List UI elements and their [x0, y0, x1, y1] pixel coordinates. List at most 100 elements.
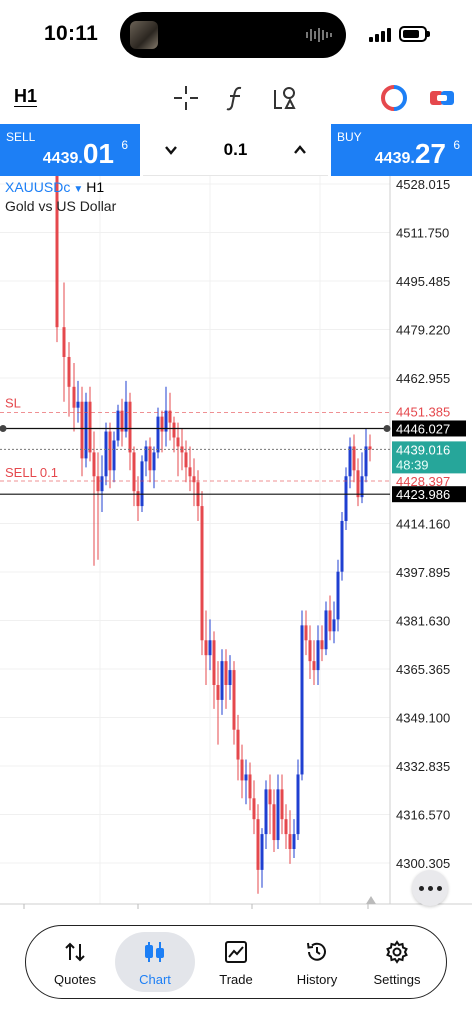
- indicators-icon[interactable]: [222, 84, 250, 112]
- price-axis-label: 4397.895: [396, 565, 450, 580]
- candlestick-chart[interactable]: SL4451.385SELL 0.14428.3974446.0274423.9…: [0, 176, 472, 909]
- volume-increase-chevron-icon[interactable]: [292, 142, 308, 158]
- price-axis-label: 4349.100: [396, 711, 450, 726]
- candle-body: [112, 440, 116, 471]
- buy-price-main: 4439.: [374, 150, 415, 167]
- buy-price-sup: 6: [453, 138, 460, 152]
- candle-body: [92, 452, 96, 477]
- more-dot-icon: [418, 885, 424, 891]
- candle-body: [300, 625, 304, 775]
- candle-body: [304, 625, 308, 641]
- candle-body: [356, 470, 360, 498]
- crosshair-icon[interactable]: [172, 84, 200, 112]
- candle-body: [252, 798, 256, 820]
- candle-body: [144, 446, 148, 462]
- nav-settings[interactable]: Settings: [357, 932, 437, 992]
- sell-price: 4439.01 6: [43, 138, 128, 170]
- time-axis-label: 28 Aug 05:00: [30, 908, 107, 909]
- price-axis-label: 4381.630: [396, 614, 450, 629]
- price-axis-label: 4511.750: [396, 226, 449, 241]
- candle-body: [62, 327, 66, 357]
- chart-timeframe: H1: [86, 179, 105, 195]
- volume-control: 0.1: [143, 124, 328, 176]
- status-time: 10:11: [44, 22, 99, 45]
- bottom-navigation: Quotes Chart Trade History Settings: [25, 925, 447, 999]
- sell-price-big: 01: [82, 138, 114, 169]
- upper-level-handle: [383, 424, 391, 432]
- trade-toggle-icon[interactable]: [428, 84, 456, 112]
- candle-body: [220, 661, 224, 700]
- symbol-header[interactable]: XAUUSDc ▼ H1: [5, 179, 104, 195]
- candle-body: [320, 640, 324, 650]
- candle-body: [344, 476, 348, 521]
- buy-price: 4439.27 6: [374, 138, 460, 170]
- time-axis-label: 3 Sep 09:00: [374, 908, 444, 909]
- candle-body: [116, 410, 120, 441]
- candle-body: [308, 640, 312, 662]
- price-axis-label: 4316.570: [396, 808, 450, 823]
- stop-loss-price: 4451.385: [396, 405, 450, 420]
- one-click-trading-icon[interactable]: [380, 84, 408, 112]
- price-axis-label: 4528.015: [396, 177, 450, 192]
- candle-body: [228, 670, 232, 685]
- nav-label: History: [296, 972, 338, 987]
- upper-level-handle: [0, 424, 7, 432]
- candle-body: [240, 759, 244, 781]
- more-options-button[interactable]: [412, 870, 448, 906]
- candle-body: [260, 834, 264, 870]
- candle-body: [268, 789, 272, 805]
- candle-body: [256, 819, 260, 870]
- sell-button[interactable]: SELL 4439.01 6: [0, 124, 140, 176]
- candle-body: [364, 446, 368, 477]
- order-label: SELL 0.1: [5, 465, 58, 480]
- trade-icon: [225, 941, 247, 963]
- candle-body: [244, 774, 248, 781]
- symbol-name[interactable]: XAUUSDc: [5, 179, 70, 195]
- candle-body: [328, 610, 332, 632]
- candle-body: [340, 520, 344, 572]
- buy-label: BUY: [337, 130, 362, 144]
- settings-icon: [386, 940, 408, 964]
- objects-icon[interactable]: [272, 84, 300, 112]
- nav-history[interactable]: History: [277, 932, 357, 992]
- candle-body: [76, 401, 80, 408]
- nav-label: Quotes: [54, 972, 96, 987]
- candle-body: [176, 437, 180, 447]
- audio-waveform-icon: [306, 28, 332, 42]
- price-axis-label: 4495.485: [396, 274, 450, 289]
- sell-price-sup: 6: [121, 138, 128, 152]
- candle-body: [216, 684, 220, 700]
- bid-price-label: 4439.016: [396, 442, 450, 457]
- cellular-signal-icon: [369, 28, 391, 42]
- dynamic-island[interactable]: [120, 12, 346, 58]
- candle-body: [160, 416, 164, 432]
- status-bar: 10:11: [0, 0, 472, 70]
- candle-body: [172, 422, 176, 438]
- candle-body: [280, 789, 284, 820]
- history-icon: [307, 942, 326, 961]
- candle-body: [332, 619, 336, 632]
- price-axis-label: 4462.955: [396, 371, 450, 386]
- candle-body: [152, 452, 156, 471]
- candle-body: [352, 446, 356, 471]
- nav-label: Settings: [373, 972, 421, 987]
- candle-body: [132, 452, 136, 492]
- candle-body: [136, 491, 140, 507]
- candle-body: [204, 640, 208, 656]
- buy-button[interactable]: BUY 4439.27 6: [331, 124, 472, 176]
- candle-body: [88, 401, 92, 453]
- candle-body: [156, 416, 160, 453]
- more-dot-icon: [427, 885, 433, 891]
- candle-body: [208, 640, 212, 656]
- price-chart[interactable]: SL 4451.385 SELL 0.1 4428.397 4446.027 4423.9…: [0, 176, 472, 909]
- candle-body: [288, 834, 292, 850]
- nav-trade[interactable]: Trade: [196, 932, 276, 992]
- lower-level-label: 4423.986: [396, 487, 450, 502]
- symbol-dropdown-icon[interactable]: ▼: [73, 184, 83, 195]
- nav-quotes[interactable]: Quotes: [35, 932, 115, 992]
- candle-body: [104, 431, 108, 477]
- timeframe-button[interactable]: H1: [14, 86, 37, 107]
- nav-chart[interactable]: Chart: [115, 932, 195, 992]
- nav-label: Trade: [219, 972, 253, 987]
- buy-price-big: 27: [414, 138, 446, 169]
